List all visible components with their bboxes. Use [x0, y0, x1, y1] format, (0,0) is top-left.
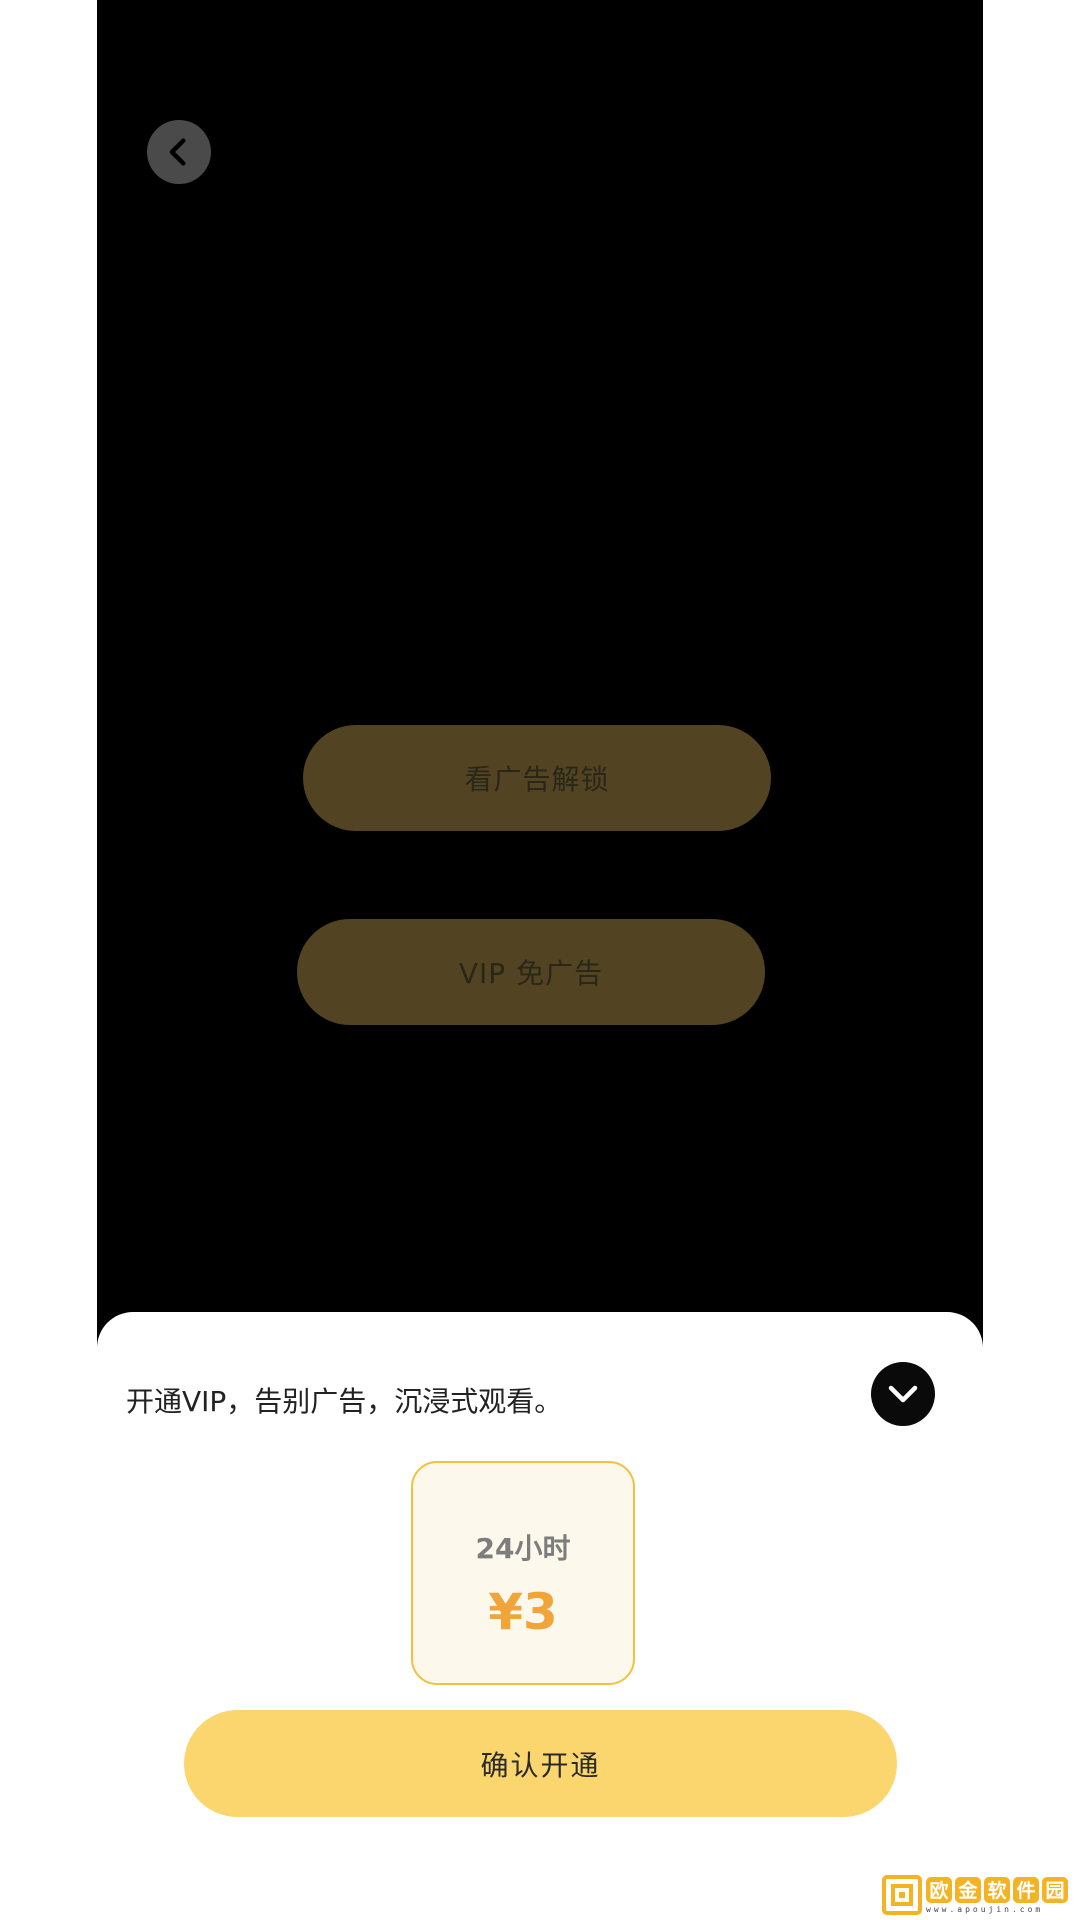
- watermark-text: 欧 金 软 件 园 www.apoujin.com: [926, 1876, 1071, 1914]
- watermark-char: 件: [1013, 1876, 1039, 1903]
- watch-ad-unlock-button[interactable]: 看广告解锁: [303, 725, 771, 831]
- plan-price: ¥3: [488, 1583, 558, 1641]
- vip-plan-card-24h[interactable]: 24小时 ¥3: [411, 1461, 635, 1685]
- watermark-char: 欧: [926, 1876, 952, 1903]
- watch-ad-unlock-label: 看广告解锁: [464, 763, 610, 796]
- back-button[interactable]: [147, 120, 211, 184]
- video-player: 看广告解锁 VIP 免广告 开通VIP，告别广告，沉浸式观看。 24小时 ¥3 …: [97, 0, 983, 1920]
- watermark-char: 园: [1042, 1876, 1068, 1903]
- vip-promo-text: 开通VIP，告别广告，沉浸式观看。: [126, 1385, 563, 1418]
- watermark-chars: 欧 金 软 件 园: [926, 1876, 1071, 1903]
- screen: 看广告解锁 VIP 免广告 开通VIP，告别广告，沉浸式观看。 24小时 ¥3 …: [0, 0, 1080, 1920]
- vip-no-ads-label: VIP 免广告: [458, 957, 604, 990]
- collapse-sheet-button[interactable]: [871, 1362, 935, 1426]
- chevron-down-icon: [888, 1385, 918, 1403]
- apoujin-logo-icon: [882, 1875, 922, 1915]
- watermark-url: www.apoujin.com: [926, 1904, 1044, 1914]
- watermark-char: 金: [955, 1876, 981, 1903]
- confirm-subscribe-label: 确认开通: [480, 1748, 601, 1782]
- watermark: 欧 金 软 件 园 www.apoujin.com: [882, 1873, 1074, 1917]
- watermark-char: 软: [984, 1876, 1010, 1903]
- chevron-left-icon: [169, 138, 186, 166]
- plan-duration: 24小时: [475, 1532, 571, 1565]
- vip-no-ads-button[interactable]: VIP 免广告: [297, 919, 765, 1025]
- confirm-subscribe-button[interactable]: 确认开通: [184, 1710, 897, 1817]
- vip-bottom-sheet: 开通VIP，告别广告，沉浸式观看。 24小时 ¥3 确认开通: [97, 1312, 983, 1920]
